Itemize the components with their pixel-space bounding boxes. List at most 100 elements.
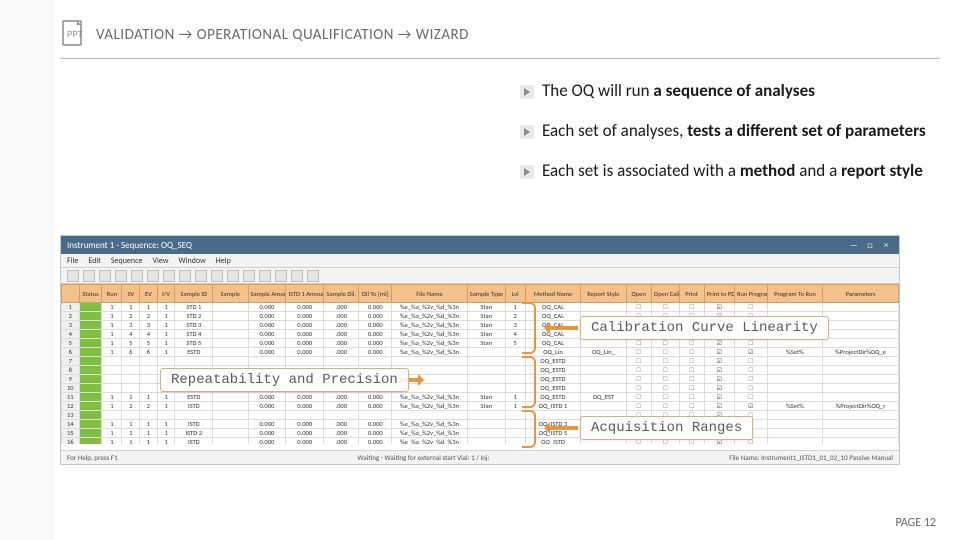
- cell[interactable]: [140, 366, 158, 375]
- cell[interactable]: [823, 303, 899, 312]
- cell[interactable]: [213, 348, 248, 357]
- cell[interactable]: [140, 357, 158, 366]
- cell[interactable]: 3: [122, 321, 140, 330]
- cell[interactable]: [213, 438, 248, 445]
- column-header[interactable]: File Name: [392, 285, 468, 303]
- column-header[interactable]: Dil To [ml]: [359, 285, 392, 303]
- toolbar-button[interactable]: [163, 270, 175, 282]
- toolbar-button[interactable]: [131, 270, 143, 282]
- cell[interactable]: [767, 420, 822, 429]
- cell[interactable]: 0.000: [248, 438, 286, 445]
- cell[interactable]: 0.000: [286, 330, 324, 339]
- cell[interactable]: Stan: [467, 393, 505, 402]
- column-header[interactable]: Print: [679, 285, 704, 303]
- cell[interactable]: 1: [62, 303, 80, 312]
- cell[interactable]: 4: [140, 330, 158, 339]
- cell[interactable]: [823, 330, 899, 339]
- table-row[interactable]: 111111ESTD0.0000.000.0000.000%e_%a_%2v_%…: [62, 393, 899, 402]
- column-header[interactable]: ISTD 1 Amount: [286, 285, 324, 303]
- cell[interactable]: [286, 357, 324, 366]
- cell[interactable]: 0.000: [359, 429, 392, 438]
- cell[interactable]: 1: [157, 438, 175, 445]
- cell[interactable]: 1: [122, 303, 140, 312]
- cell[interactable]: 1: [157, 429, 175, 438]
- cell[interactable]: [79, 375, 102, 384]
- cell[interactable]: [79, 366, 102, 375]
- cell[interactable]: 9: [62, 375, 80, 384]
- cell[interactable]: 0.000: [359, 393, 392, 402]
- cell[interactable]: %e_%a_%2v_%d_%3n: [392, 429, 468, 438]
- cell[interactable]: [213, 357, 248, 366]
- toolbar-button[interactable]: [275, 270, 287, 282]
- cell[interactable]: [213, 411, 248, 420]
- cell[interactable]: [248, 411, 286, 420]
- cell[interactable]: %ProjectDir%OQ_r: [823, 402, 899, 411]
- cell[interactable]: STD 1: [175, 303, 213, 312]
- cell[interactable]: [581, 366, 626, 375]
- cell[interactable]: [823, 384, 899, 393]
- cell[interactable]: 1: [157, 420, 175, 429]
- column-header[interactable]: I/V: [157, 285, 175, 303]
- column-header[interactable]: Sample ID: [175, 285, 213, 303]
- cell[interactable]: 1: [102, 429, 122, 438]
- cell[interactable]: [79, 393, 102, 402]
- cell[interactable]: [79, 438, 102, 445]
- cell[interactable]: 14: [62, 420, 80, 429]
- toolbar-button[interactable]: [259, 270, 271, 282]
- cell[interactable]: [767, 303, 822, 312]
- cell[interactable]: 1: [102, 348, 122, 357]
- cell[interactable]: [157, 411, 175, 420]
- cell[interactable]: %e_%a_%2v_%d_%3n: [392, 402, 468, 411]
- cell[interactable]: [392, 411, 468, 420]
- cell[interactable]: [79, 384, 102, 393]
- cell[interactable]: .000: [324, 348, 359, 357]
- cell[interactable]: [467, 384, 505, 393]
- column-header[interactable]: Sample Dil.: [324, 285, 359, 303]
- cell[interactable]: [324, 357, 359, 366]
- cell[interactable]: 0.000: [248, 339, 286, 348]
- table-row[interactable]: 7OQ_ESTD: [62, 357, 899, 366]
- column-header[interactable]: Open: [626, 285, 651, 303]
- cell[interactable]: [175, 411, 213, 420]
- cell[interactable]: [213, 339, 248, 348]
- cell[interactable]: [157, 357, 175, 366]
- cell[interactable]: [79, 321, 102, 330]
- cell[interactable]: 0.000: [286, 321, 324, 330]
- cell[interactable]: [626, 384, 651, 393]
- cell[interactable]: [651, 384, 679, 393]
- cell[interactable]: [679, 393, 704, 402]
- cell[interactable]: [324, 411, 359, 420]
- cell[interactable]: 1: [102, 402, 122, 411]
- cell[interactable]: .000: [324, 321, 359, 330]
- cell[interactable]: 1: [140, 438, 158, 445]
- cell[interactable]: 1: [122, 420, 140, 429]
- sequence-table[interactable]: StatusRunSVEVI/VSample IDSampleSample Am…: [61, 284, 899, 444]
- column-header[interactable]: Sample: [213, 285, 248, 303]
- cell[interactable]: 0.000: [248, 429, 286, 438]
- cell[interactable]: [213, 402, 248, 411]
- cell[interactable]: STD 3: [175, 321, 213, 330]
- cell[interactable]: 6: [122, 348, 140, 357]
- cell[interactable]: 1: [122, 438, 140, 445]
- cell[interactable]: 4: [62, 330, 80, 339]
- table-row[interactable]: 151111ISTD 20.0000.000.0000.000%e_%a_%2v…: [62, 429, 899, 438]
- cell[interactable]: [679, 384, 704, 393]
- cell[interactable]: 1: [157, 303, 175, 312]
- cell[interactable]: [626, 366, 651, 375]
- cell[interactable]: [651, 303, 679, 312]
- cell[interactable]: [823, 339, 899, 348]
- table-row[interactable]: 141111ISTD0.0000.000.0000.000%e_%a_%2v_%…: [62, 420, 899, 429]
- cell[interactable]: [467, 357, 505, 366]
- cell[interactable]: [679, 348, 704, 357]
- cell[interactable]: Stan: [467, 312, 505, 321]
- cell[interactable]: 1: [102, 312, 122, 321]
- column-header[interactable]: Open Calib.: [651, 285, 679, 303]
- cell[interactable]: [79, 330, 102, 339]
- cell[interactable]: 10: [62, 384, 80, 393]
- cell[interactable]: [467, 411, 505, 420]
- cell[interactable]: [79, 429, 102, 438]
- column-header[interactable]: Method Name: [525, 285, 580, 303]
- menu-file[interactable]: File: [67, 256, 78, 266]
- cell[interactable]: [651, 348, 679, 357]
- cell[interactable]: [122, 366, 140, 375]
